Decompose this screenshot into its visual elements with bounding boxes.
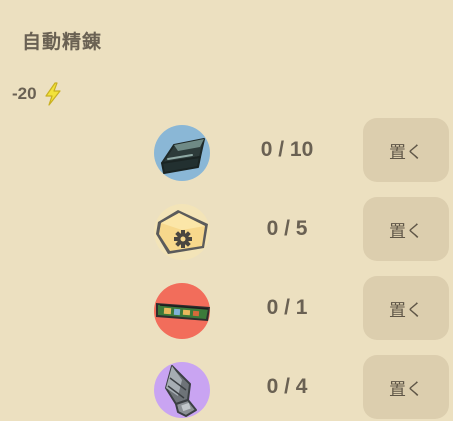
item-count: 0 / 4 xyxy=(266,375,308,398)
list-item: 0 / 10 置く xyxy=(0,118,453,184)
energy-cost: -20 xyxy=(12,82,63,106)
list-item: 0 / 5 置く xyxy=(0,197,453,263)
item-count: 0 / 5 xyxy=(266,217,308,240)
list-item: 0 / 1 置く xyxy=(0,276,453,342)
drill-bit-icon xyxy=(152,360,212,420)
item-count: 0 / 1 xyxy=(266,296,308,319)
circuit-board-icon xyxy=(152,281,212,341)
place-button[interactable]: 置く xyxy=(363,276,449,340)
lightning-bolt-icon xyxy=(44,82,61,106)
auto-refine-panel: 自動精錬 -20 0 / 10 置く 0 / 5 置く 0 / 1 置く 0 /… xyxy=(0,0,453,421)
iron-ingot-icon xyxy=(152,123,212,183)
place-button[interactable]: 置く xyxy=(363,118,449,182)
panel-title: 自動精錬 xyxy=(22,31,103,53)
energy-cost-value: -20 xyxy=(12,84,37,103)
place-button[interactable]: 置く xyxy=(363,197,449,261)
place-button[interactable]: 置く xyxy=(363,355,449,419)
gear-package-icon xyxy=(152,202,212,262)
item-count: 0 / 10 xyxy=(260,138,314,161)
list-item: 0 / 4 置く xyxy=(0,355,453,421)
